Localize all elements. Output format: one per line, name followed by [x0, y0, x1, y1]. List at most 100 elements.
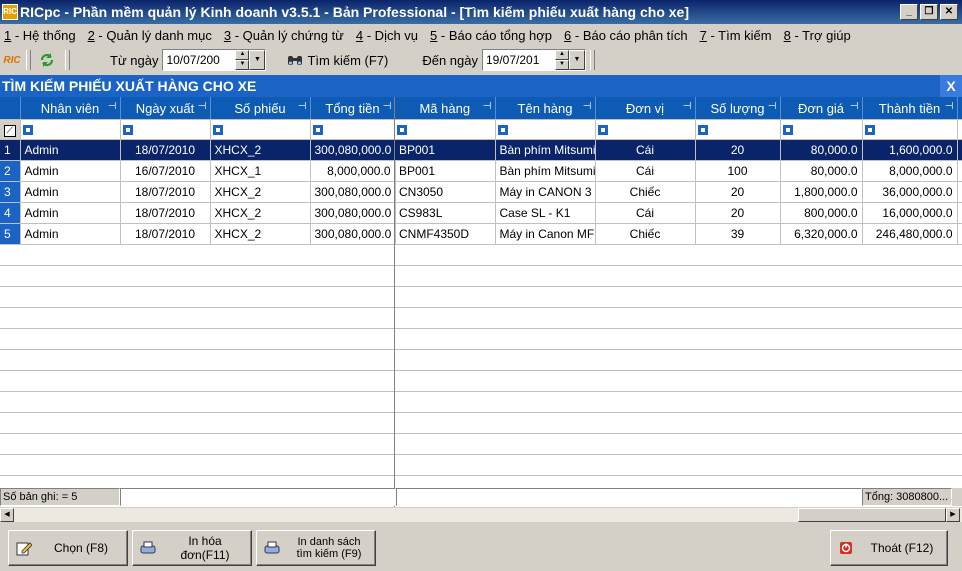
cell-so-phieu[interactable]: XHCX_1: [210, 160, 311, 182]
exit-button[interactable]: Thoát (F12): [830, 530, 948, 566]
col-header-don-gia[interactable]: Đơn giá ⊣: [780, 97, 863, 120]
cell-tong-tien[interactable]: 300,080,000.0: [310, 223, 396, 245]
cell-don-vi[interactable]: Cái: [595, 202, 696, 224]
cell-extra[interactable]: [957, 181, 962, 203]
table-row[interactable]: BP001 Bàn phím Mitsumi Cái 20 80,000.0 1…: [395, 139, 962, 161]
row-number[interactable]: 1: [0, 139, 21, 161]
cell-so-luong[interactable]: 39: [695, 223, 781, 245]
col-header-ngay-xuat[interactable]: Ngày xuất ⊣: [120, 97, 211, 120]
pin-icon[interactable]: ⊣: [583, 101, 592, 112]
col-header-ten-hang[interactable]: Tên hàng ⊣: [495, 97, 596, 120]
cell-ma-hang[interactable]: BP001: [395, 160, 496, 182]
restore-button[interactable]: ❐: [920, 4, 938, 20]
cell-don-gia[interactable]: 6,320,000.0: [780, 223, 863, 245]
to-date-dropdown[interactable]: ▼: [569, 50, 585, 70]
cell-so-luong[interactable]: 20: [695, 139, 781, 161]
menu-tro-giup[interactable]: 8 - Trợ giúp: [784, 28, 851, 43]
filter-cell[interactable]: [495, 119, 596, 140]
row-number[interactable]: 3: [0, 181, 21, 203]
col-header-thanh-tien[interactable]: Thành tiền ⊣: [862, 97, 958, 120]
pin-icon[interactable]: ⊣: [483, 101, 492, 112]
cell-ngay-xuat[interactable]: 18/07/2010: [120, 223, 211, 245]
cell-so-phieu[interactable]: XHCX_2: [210, 181, 311, 203]
cell-nhan-vien[interactable]: Admin: [20, 202, 121, 224]
pin-icon[interactable]: ⊣: [945, 101, 954, 112]
cell-don-vi[interactable]: Chiếc: [595, 181, 696, 203]
cell-extra[interactable]: [957, 202, 962, 224]
filter-cell[interactable]: [120, 119, 211, 140]
col-header-ma-hang[interactable]: Mã hàng ⊣: [395, 97, 496, 120]
filter-cell[interactable]: [20, 119, 121, 140]
cell-so-phieu[interactable]: XHCX_2: [210, 223, 311, 245]
col-header-so-phieu[interactable]: Số phiếu ⊣: [210, 97, 311, 120]
search-button[interactable]: Tìm kiếm (F7): [307, 53, 388, 68]
cell-so-luong[interactable]: 20: [695, 202, 781, 224]
cell-ngay-xuat[interactable]: 18/07/2010: [120, 139, 211, 161]
filter-cell[interactable]: [595, 119, 696, 140]
to-date-field[interactable]: ▲▼ ▼: [482, 49, 586, 71]
filter-cell[interactable]: [210, 119, 311, 140]
cell-nhan-vien[interactable]: Admin: [20, 139, 121, 161]
from-date-dropdown[interactable]: ▼: [249, 50, 266, 70]
cell-extra[interactable]: [957, 223, 962, 245]
horizontal-scrollbar[interactable]: ◀ ▶: [0, 508, 962, 522]
table-row[interactable]: 1 Admin 18/07/2010 XHCX_2 300,080,000.0: [0, 139, 396, 161]
col-header-nhan-vien[interactable]: Nhân viên ⊣: [20, 97, 121, 120]
col-header-tong-tien[interactable]: Tổng tiền ⊣: [310, 97, 396, 120]
scroll-track[interactable]: [14, 509, 798, 521]
from-date-field[interactable]: ▲▼ ▼: [162, 49, 267, 71]
filter-cell[interactable]: [310, 119, 396, 140]
cell-ngay-xuat[interactable]: 16/07/2010: [120, 160, 211, 182]
scroll-left-button[interactable]: ◀: [0, 508, 14, 522]
menu-tim-kiem[interactable]: 7 - Tìm kiếm: [700, 28, 772, 43]
cell-thanh-tien[interactable]: 1,600,000.0: [862, 139, 958, 161]
cell-so-phieu[interactable]: XHCX_2: [210, 202, 311, 224]
cell-nhan-vien[interactable]: Admin: [20, 181, 121, 203]
cell-don-vi[interactable]: Cái: [595, 160, 696, 182]
to-date-input[interactable]: [483, 51, 555, 69]
cell-ngay-xuat[interactable]: 18/07/2010: [120, 202, 211, 224]
cell-don-gia[interactable]: 1,800,000.0: [780, 181, 863, 203]
cell-nhan-vien[interactable]: Admin: [20, 223, 121, 245]
cell-ten-hang[interactable]: Máy in Canon MF: [495, 223, 596, 245]
cell-don-gia[interactable]: 80,000.0: [780, 139, 863, 161]
cell-ma-hang[interactable]: CS983L: [395, 202, 496, 224]
pin-icon[interactable]: ⊣: [198, 101, 207, 112]
filter-clear-icon[interactable]: ⟋: [0, 119, 21, 140]
cell-ma-hang[interactable]: CN3050: [395, 181, 496, 203]
pin-icon[interactable]: ⊣: [768, 101, 777, 112]
row-number[interactable]: 4: [0, 202, 21, 224]
row-number[interactable]: 2: [0, 160, 21, 182]
filter-cell[interactable]: [957, 119, 962, 140]
table-row[interactable]: BP001 Bàn phím Mitsumi Cái 100 80,000.0 …: [395, 160, 962, 182]
cell-ten-hang[interactable]: Case SL - K1: [495, 202, 596, 224]
cell-ma-hang[interactable]: BP001: [395, 139, 496, 161]
filter-cell[interactable]: [862, 119, 958, 140]
cell-tong-tien[interactable]: 300,080,000.0: [310, 202, 396, 224]
cell-thanh-tien[interactable]: 246,480,000.0: [862, 223, 958, 245]
cell-tong-tien[interactable]: 300,080,000.0: [310, 139, 396, 161]
menu-bao-cao-tong-hop[interactable]: 5 - Báo cáo tổng hợp: [430, 28, 552, 43]
cell-tong-tien[interactable]: 300,080,000.0: [310, 181, 396, 203]
pin-icon[interactable]: ⊣: [298, 101, 307, 112]
cell-ten-hang[interactable]: Bàn phím Mitsumi: [495, 160, 596, 182]
pin-icon[interactable]: ⊣: [850, 101, 859, 112]
filter-cell[interactable]: [780, 119, 863, 140]
filter-cell[interactable]: [695, 119, 781, 140]
close-panel-button[interactable]: X: [940, 75, 962, 97]
binoculars-icon[interactable]: [286, 51, 304, 69]
cell-thanh-tien[interactable]: 16,000,000.0: [862, 202, 958, 224]
cell-don-gia[interactable]: 800,000.0: [780, 202, 863, 224]
row-number[interactable]: 5: [0, 223, 21, 245]
menu-quan-ly-danh-muc[interactable]: 2 - Quản lý danh mục: [88, 28, 212, 43]
cell-thanh-tien[interactable]: 8,000,000.0: [862, 160, 958, 182]
refresh-icon[interactable]: [38, 51, 56, 69]
pin-icon[interactable]: ⊣: [383, 101, 392, 112]
col-header-don-vi[interactable]: Đơn vị ⊣: [595, 97, 696, 120]
cell-so-luong[interactable]: 20: [695, 181, 781, 203]
cell-don-vi[interactable]: Chiếc: [595, 223, 696, 245]
table-row[interactable]: 3 Admin 18/07/2010 XHCX_2 300,080,000.0: [0, 181, 396, 203]
cell-so-phieu[interactable]: XHCX_2: [210, 139, 311, 161]
from-date-input[interactable]: [163, 51, 236, 69]
menu-bao-cao-phan-tich[interactable]: 6 - Báo cáo phân tích: [564, 28, 688, 43]
